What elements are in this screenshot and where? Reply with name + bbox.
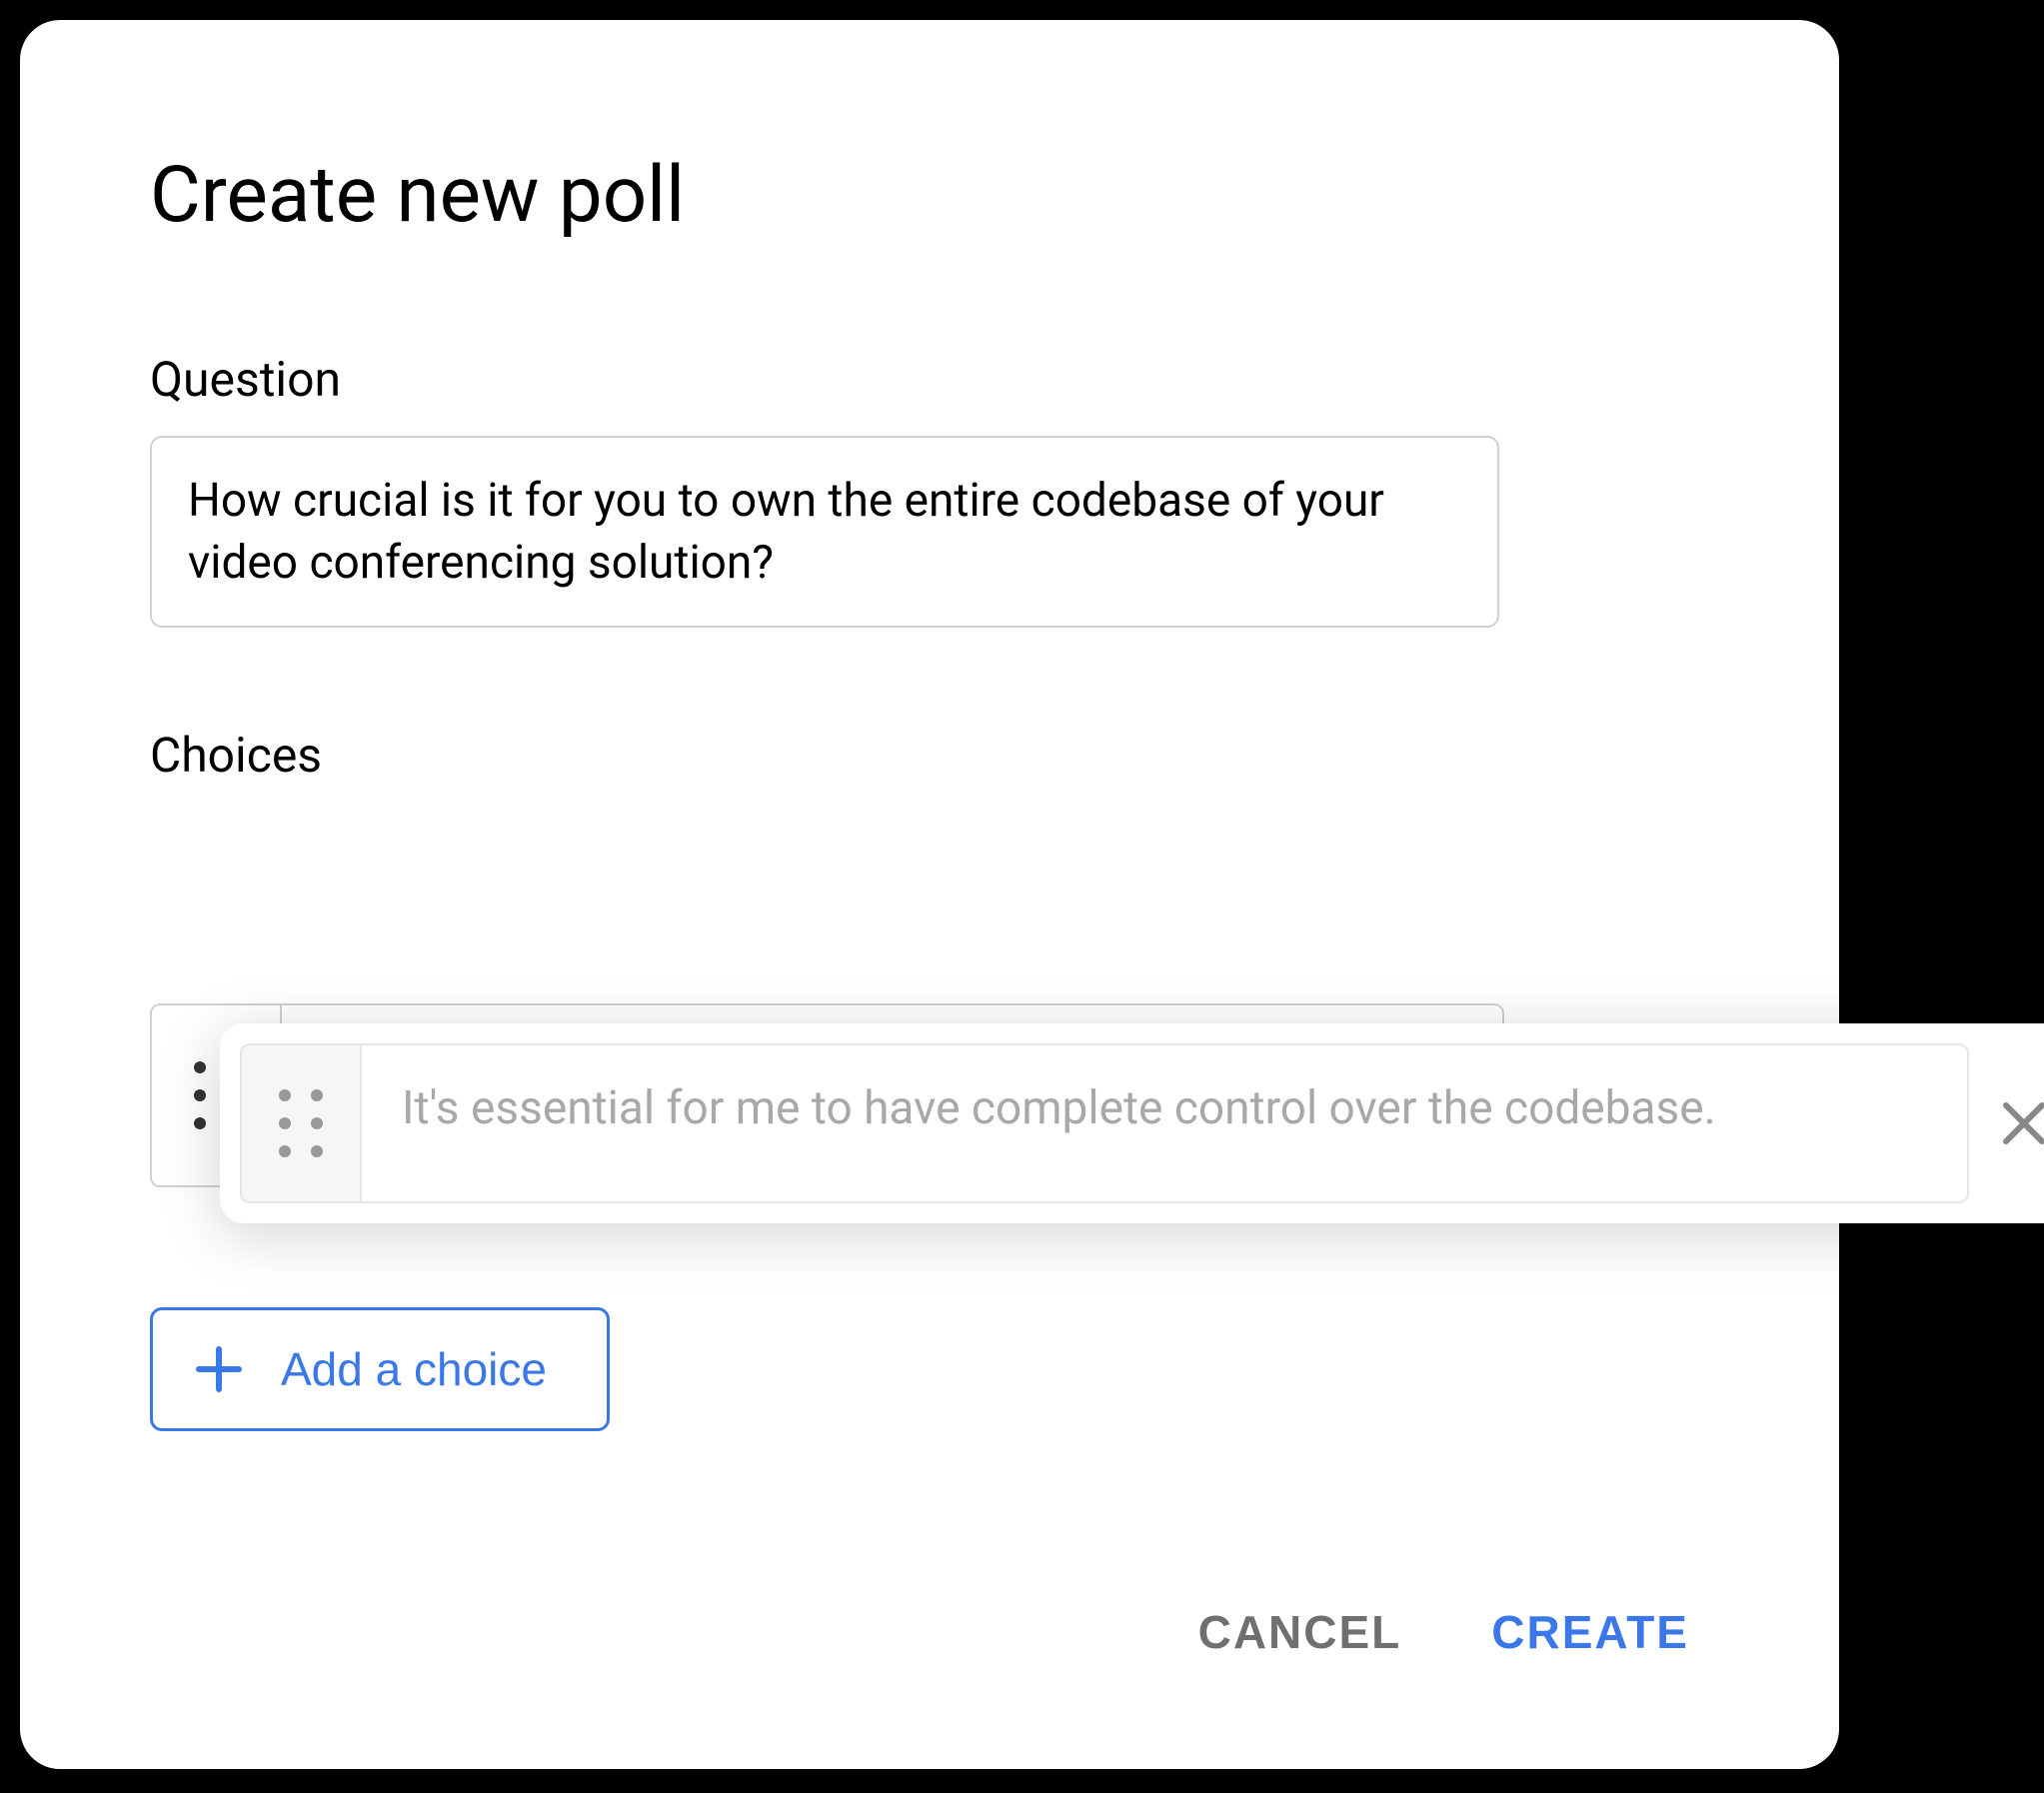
drag-handle[interactable] xyxy=(242,1045,362,1201)
choices-label: Choices xyxy=(150,727,1709,784)
cancel-button[interactable]: CANCEL xyxy=(1198,1605,1402,1659)
choice-text-input[interactable]: It's essential for me to have complete c… xyxy=(362,1045,1967,1201)
create-poll-modal: Create new poll Question Choices It's es… xyxy=(20,20,1839,1769)
choices-container: It's essential for me to have complete c… xyxy=(150,1003,1709,1187)
remove-choice-button[interactable] xyxy=(1969,1097,2044,1149)
modal-footer: CANCEL CREATE xyxy=(1198,1605,1689,1659)
drag-handle-icon xyxy=(279,1089,323,1157)
choice-item-dragging[interactable]: It's essential for me to have complete c… xyxy=(220,1023,2044,1223)
create-button[interactable]: CREATE xyxy=(1491,1605,1689,1659)
add-choice-button[interactable]: Add a choice xyxy=(150,1307,610,1431)
modal-title: Create new poll xyxy=(150,150,1709,241)
question-input[interactable] xyxy=(150,436,1499,628)
plus-icon xyxy=(195,1345,243,1393)
question-label: Question xyxy=(150,351,1709,408)
close-icon xyxy=(1998,1097,2044,1149)
choice-box: It's essential for me to have complete c… xyxy=(240,1043,1969,1203)
add-choice-label: Add a choice xyxy=(281,1342,547,1396)
